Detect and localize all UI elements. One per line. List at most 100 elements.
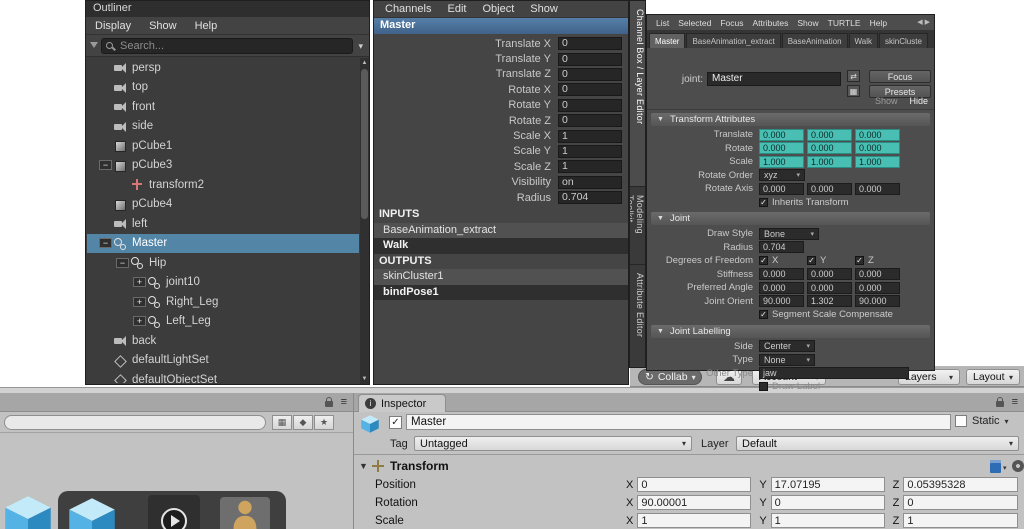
rotate-axis-y-field[interactable]: 0.000 [807,182,852,195]
side-dropdown[interactable]: Center ▾ [759,340,815,353]
outliner-item[interactable]: − Hip [87,253,359,273]
scroll-down-icon[interactable]: ▼ [360,374,369,384]
dof-x-checkbox[interactable]: ✓ [759,256,768,266]
position-x-field[interactable] [637,477,752,492]
project-search-input[interactable] [4,415,266,430]
outliner-item[interactable]: defaultLightSet [87,351,359,371]
menu-item[interactable]: Focus [720,18,743,28]
outliner-item[interactable]: transform2 [87,175,359,195]
active-checkbox[interactable]: ✓ [389,416,402,429]
static-checkbox[interactable] [955,415,967,427]
position-y-field[interactable] [770,477,885,492]
expander-toggle-icon[interactable] [116,180,129,190]
output-node-item[interactable]: bindPose1 [374,284,628,300]
scale-y-field[interactable] [770,513,885,528]
outliner-item[interactable]: pCube1 [87,136,359,156]
node-tab[interactable]: BaseAnimation [781,33,848,48]
joint-orient-y-field[interactable]: 1.302 [807,295,852,308]
layer-dropdown[interactable]: Default ▾ [736,436,1019,451]
menu-item[interactable]: Selected [678,18,711,28]
draw-style-dropdown[interactable]: Bone ▾ [759,227,819,240]
channel-box-object-name[interactable]: Master [374,18,628,34]
outliner-item[interactable]: defaultObjectSet [87,370,359,383]
menu-item[interactable]: TURTLE [828,18,861,28]
outliner-item[interactable]: + Right_Leg [87,292,359,312]
section-joint[interactable]: ▼ Joint [651,212,930,225]
channel-label[interactable]: Radius [374,192,558,204]
asset-thumbnail-testavatar[interactable] [220,497,270,529]
channel-label[interactable]: Rotate X [374,84,558,96]
translate-z-field[interactable]: 0.000 [855,128,900,141]
outliner-item[interactable]: back [87,331,359,351]
node-tab[interactable]: Walk [848,33,879,48]
hide-button[interactable]: Hide [909,96,928,106]
output-node-item[interactable]: skinCluster1 [374,269,628,285]
expander-toggle-icon[interactable]: + [133,296,146,307]
menu-item[interactable]: Show [530,3,558,15]
layout-dropdown[interactable]: Layout ▾ [966,369,1020,385]
asset-thumbnail-take001[interactable] [148,495,200,529]
menu-item[interactable]: Display [95,20,131,32]
stiffness-y-field[interactable]: 0.000 [807,268,852,281]
menu-item[interactable]: Show [797,18,818,28]
gameobject-name-field[interactable] [406,414,951,430]
scrollbar-thumb[interactable] [361,69,368,219]
expander-toggle-icon[interactable]: + [133,316,146,327]
stiffness-x-field[interactable]: 0.000 [759,268,804,281]
channel-value-field[interactable]: 0 [558,83,622,97]
input-node-item[interactable]: BaseAnimation_extract [374,222,628,238]
expander-toggle-icon[interactable] [99,121,112,131]
channel-value-field[interactable]: 0 [558,37,622,51]
outliner-item[interactable]: front [87,97,359,117]
menu-item[interactable]: Attributes [752,18,788,28]
outliner-item[interactable]: + Left_Leg [87,312,359,332]
show-button[interactable]: Show [875,96,898,106]
rotate-x-field[interactable]: 0.000 [759,142,804,155]
channel-label[interactable]: Visibility [374,176,558,188]
menu-item[interactable]: Help [870,18,887,28]
expander-toggle-icon[interactable] [99,82,112,92]
channel-value-field[interactable]: 0 [558,67,622,81]
outliner-item[interactable]: persp [87,58,359,78]
expander-toggle-icon[interactable]: − [99,238,112,249]
lock-icon[interactable] [995,396,1004,407]
search-by-label-button[interactable]: ◆ [293,415,313,430]
channel-label[interactable]: Scale Y [374,145,558,157]
menu-item[interactable]: Object [482,3,514,15]
focus-button[interactable]: Focus [869,70,931,83]
transform-component-header[interactable]: ▼ Transform ▾ [354,457,1024,475]
channel-label[interactable]: Translate Y [374,53,558,65]
favorites-button[interactable]: ★ [314,415,334,430]
scale-y-field[interactable]: 1.000 [807,155,852,168]
translate-y-field[interactable]: 0.000 [807,128,852,141]
channel-label[interactable]: Rotate Y [374,99,558,111]
segment-scale-checkbox[interactable]: ✓ [759,310,768,320]
lock-icon[interactable] [324,396,333,407]
outliner-item[interactable]: pCube4 [87,195,359,215]
channel-value-field[interactable]: 0 [558,114,622,128]
expander-toggle-icon[interactable] [99,336,112,346]
node-tab[interactable]: Master [649,33,686,48]
menu-item[interactable]: Show [149,20,177,32]
panel-side-tab[interactable]: Attribute Editor [630,265,645,367]
outliner-scrollbar[interactable]: ▲ ▼ [360,58,369,384]
channel-label[interactable]: Scale Z [374,161,558,173]
rotate-axis-x-field[interactable]: 0.000 [759,182,804,195]
outliner-item[interactable]: left [87,214,359,234]
notes-icon[interactable]: ▦ [847,85,860,97]
scroll-up-icon[interactable]: ▲ [360,58,369,68]
expander-toggle-icon[interactable]: + [133,277,146,288]
outliner-item[interactable]: top [87,78,359,98]
channel-value-field[interactable]: 1 [558,144,622,158]
menu-item[interactable]: Channels [385,3,431,15]
help-book-icon[interactable] [990,460,1001,473]
channel-value-field[interactable]: 1 [558,129,622,143]
dof-y-checkbox[interactable]: ✓ [807,256,816,266]
type-dropdown[interactable]: None ▾ [759,353,815,366]
expander-toggle-icon[interactable] [99,375,112,383]
rotate-order-dropdown[interactable]: xyz ▾ [759,169,805,182]
joint-orient-x-field[interactable]: 90.000 [759,295,804,308]
translate-x-field[interactable]: 0.000 [759,128,804,141]
search-filter-dropdown-icon[interactable]: ▾ [358,41,363,52]
panel-menu-icon[interactable]: ≡ [1012,397,1018,408]
